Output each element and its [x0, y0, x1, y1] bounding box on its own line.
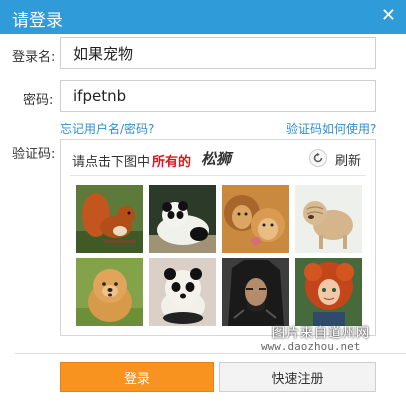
- captcha-prompt-emphasis: 所有的: [152, 155, 192, 170]
- footer-divider: [15, 353, 406, 354]
- captcha-tile-panda[interactable]: [149, 185, 216, 253]
- refresh-icon[interactable]: [309, 149, 327, 167]
- close-icon[interactable]: ✕: [381, 5, 396, 26]
- shar-pei-image: [295, 185, 362, 253]
- captcha-tile-shar-pei[interactable]: [295, 185, 362, 253]
- watermark-url: www.daozhou.net: [261, 340, 361, 353]
- captcha-tile-chow-chow-panda-dyed[interactable]: [149, 258, 216, 326]
- username-label: 登录名:: [12, 50, 56, 65]
- red-haired-girl-image: [295, 258, 362, 326]
- captcha-label: 验证码:: [12, 147, 56, 162]
- chow-chow-image: [76, 258, 143, 326]
- lions-image: [222, 185, 289, 253]
- captcha-tile-squirrel[interactable]: [76, 185, 143, 253]
- captcha-header: 请点击下图中 所有的 松狮 刷新: [61, 140, 375, 178]
- watermark-text: 图片来自道州网: [272, 326, 371, 341]
- squirrel-image: [76, 185, 143, 253]
- refresh-label[interactable]: 刷新: [335, 150, 361, 169]
- captcha-panel: 请点击下图中 所有的 松狮 刷新: [60, 139, 376, 336]
- panda-image: [149, 185, 216, 253]
- refresh-button[interactable]: 刷新: [305, 148, 365, 170]
- login-button[interactable]: 登录: [60, 362, 214, 392]
- captcha-target: 松狮: [201, 150, 232, 168]
- password-label: 密码:: [23, 93, 54, 108]
- captcha-tile-wild-haired-man[interactable]: [222, 258, 289, 326]
- captcha-prompt-prefix: 请点击下图中: [72, 155, 151, 170]
- password-field[interactable]: [60, 80, 376, 112]
- captcha-divider: [70, 175, 366, 176]
- captcha-tile-lions[interactable]: [222, 185, 289, 253]
- username-field[interactable]: [60, 37, 376, 69]
- panda-dyed-dog-image: [149, 258, 216, 326]
- forgot-credentials-link[interactable]: 忘记用户名/密码?: [60, 120, 154, 137]
- captcha-tile-chow-chow[interactable]: [76, 258, 143, 326]
- wild-haired-man-image: [222, 258, 289, 326]
- quick-register-button[interactable]: 快速注册: [219, 362, 376, 392]
- dialog-title: 请登录: [12, 11, 63, 31]
- captcha-tile-red-haired-girl[interactable]: [295, 258, 362, 326]
- captcha-help-link[interactable]: 验证码如何使用?: [286, 120, 376, 137]
- dialog-titlebar: 请登录 ✕: [0, 0, 406, 34]
